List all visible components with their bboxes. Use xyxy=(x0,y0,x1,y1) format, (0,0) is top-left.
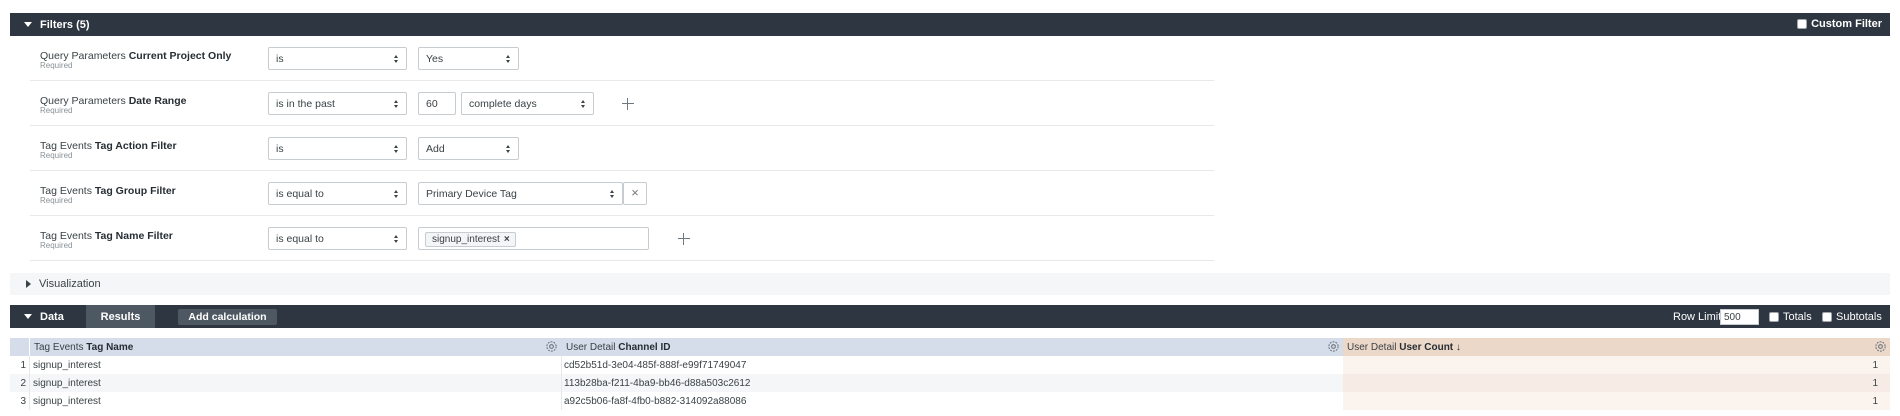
filters-section-header[interactable]: Filters (5) Custom Filter xyxy=(10,13,1890,36)
add-filter-plus-icon[interactable] xyxy=(678,233,690,245)
filter-row-tag-action: Tag Events Tag Action Filter Required is… xyxy=(30,126,1214,171)
select-arrows-icon xyxy=(394,190,399,198)
filter-row-tag-name: Tag Events Tag Name Filter Required is e… xyxy=(30,216,1214,261)
gear-icon[interactable] xyxy=(545,340,558,353)
select-arrows-icon xyxy=(610,190,615,198)
column-header-channel-id[interactable]: User Detail Channel ID xyxy=(562,338,1343,356)
filter-row-date-range: Query Parameters Date Range Required is … xyxy=(30,81,1214,126)
subtotals-label: Subtotals xyxy=(1836,311,1882,323)
totals-label: Totals xyxy=(1783,311,1812,323)
row-index: 1 xyxy=(20,360,26,371)
select-arrows-icon xyxy=(506,55,511,63)
required-note: Required xyxy=(40,61,73,70)
select-arrows-icon xyxy=(394,55,399,63)
visualization-label: Visualization xyxy=(39,278,101,290)
required-note: Required xyxy=(40,196,73,205)
clear-value-button[interactable]: × xyxy=(623,182,647,205)
row-limit-input[interactable]: 500 xyxy=(1720,309,1759,325)
data-title: Data xyxy=(40,310,64,323)
select-arrows-icon xyxy=(506,145,511,153)
value-chip: signup_interest × xyxy=(425,232,516,247)
user-count-cell[interactable]: 1 xyxy=(1872,360,1878,371)
required-note: Required xyxy=(40,241,73,250)
gear-icon[interactable] xyxy=(1327,340,1340,353)
remove-chip-icon[interactable]: × xyxy=(504,234,510,245)
custom-filter-label: Custom Filter xyxy=(1811,18,1882,30)
filters-title: Filters (5) xyxy=(40,18,90,31)
value-select[interactable]: Add xyxy=(418,137,519,160)
add-filter-plus-icon[interactable] xyxy=(622,98,634,110)
channel-id-cell[interactable]: 113b28ba-f211-4ba9-bb46-d88a503c2612 xyxy=(564,378,750,389)
user-count-cell[interactable]: 1 xyxy=(1872,396,1878,407)
custom-filter-toggle[interactable]: Custom Filter xyxy=(1797,18,1882,30)
table-row: 2 signup_interest 113b28ba-f211-4ba9-bb4… xyxy=(10,374,1890,392)
operator-select[interactable]: is equal to xyxy=(268,182,407,205)
value-select[interactable]: Yes xyxy=(418,47,519,70)
tag-value-input[interactable]: signup_interest × xyxy=(418,227,649,250)
operator-select[interactable]: is xyxy=(268,137,407,160)
custom-filter-checkbox[interactable] xyxy=(1797,19,1808,29)
row-index-header xyxy=(10,338,29,356)
table-row: 3 signup_interest a92c5b06-fa8f-4fb0-b88… xyxy=(10,392,1890,410)
user-count-cell[interactable]: 1 xyxy=(1872,378,1878,389)
row-index: 2 xyxy=(20,378,26,389)
close-icon: × xyxy=(631,185,639,200)
operator-select[interactable]: is xyxy=(268,47,407,70)
channel-id-cell[interactable]: a92c5b06-fa8f-4fb0-b882-314092a88086 xyxy=(564,396,746,407)
data-section-header: Data Results Add calculation Row Limit 5… xyxy=(10,305,1890,328)
visualization-section-header[interactable]: Visualization xyxy=(10,273,1890,295)
row-index: 3 xyxy=(20,396,26,407)
value-select[interactable]: Primary Device Tag xyxy=(418,182,623,205)
expand-caret-icon[interactable] xyxy=(26,280,31,288)
select-arrows-icon xyxy=(394,235,399,243)
column-header-user-count[interactable]: User Detail User Count ↓ xyxy=(1343,338,1890,356)
required-note: Required xyxy=(40,106,73,115)
subtotals-toggle[interactable]: Subtotals xyxy=(1822,311,1882,323)
select-arrows-icon xyxy=(394,100,399,108)
tag-name-cell[interactable]: signup_interest xyxy=(33,396,101,407)
add-calculation-button[interactable]: Add calculation xyxy=(178,309,277,325)
select-arrows-icon xyxy=(581,100,586,108)
table-row: 1 signup_interest cd52b51d-3e04-485f-888… xyxy=(10,356,1890,374)
row-limit-label: Row Limit xyxy=(1673,311,1722,323)
required-note: Required xyxy=(40,151,73,160)
filter-row-current-project: Query Parameters Current Project Only Re… xyxy=(30,36,1214,81)
column-header-tag-name[interactable]: Tag Events Tag Name xyxy=(30,338,562,356)
tag-name-cell[interactable]: signup_interest xyxy=(33,360,101,371)
collapse-caret-icon[interactable] xyxy=(24,22,32,27)
tag-name-cell[interactable]: signup_interest xyxy=(33,378,101,389)
select-arrows-icon xyxy=(394,145,399,153)
subtotals-checkbox[interactable] xyxy=(1822,312,1832,322)
channel-id-cell[interactable]: cd52b51d-3e04-485f-888f-e99f71749047 xyxy=(564,360,746,371)
totals-checkbox[interactable] xyxy=(1769,312,1779,322)
filter-row-tag-group: Tag Events Tag Group Filter Required is … xyxy=(30,171,1214,216)
totals-toggle[interactable]: Totals xyxy=(1769,311,1812,323)
operator-select[interactable]: is equal to xyxy=(268,227,407,250)
tab-results[interactable]: Results xyxy=(86,305,155,328)
number-input[interactable]: 60 xyxy=(418,92,456,115)
operator-select[interactable]: is in the past xyxy=(268,92,407,115)
collapse-caret-icon[interactable] xyxy=(24,314,32,319)
unit-select[interactable]: complete days xyxy=(461,92,594,115)
gear-icon[interactable] xyxy=(1874,340,1887,353)
